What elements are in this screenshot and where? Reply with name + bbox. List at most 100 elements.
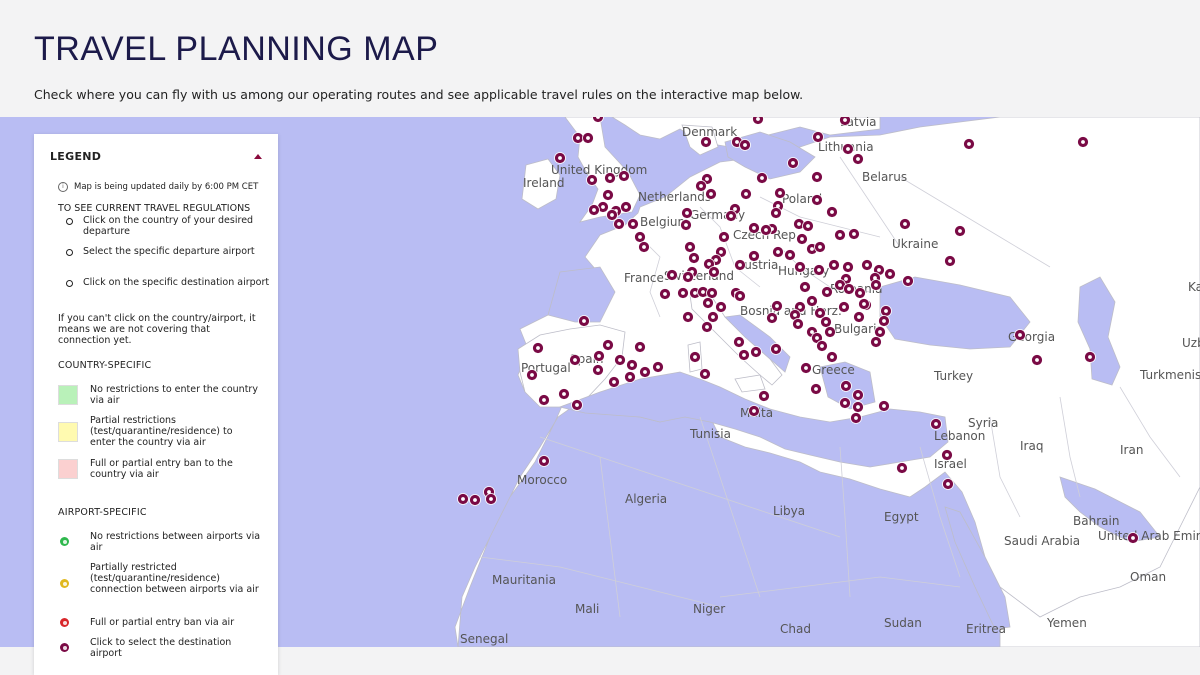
airport-marker[interactable] <box>592 364 604 376</box>
airport-marker[interactable] <box>681 207 693 219</box>
airport-marker[interactable] <box>852 153 864 165</box>
airport-marker[interactable] <box>810 383 822 395</box>
airport-marker[interactable] <box>558 388 570 400</box>
airport-marker[interactable] <box>602 189 614 201</box>
airport-marker[interactable] <box>708 266 720 278</box>
airport-marker[interactable] <box>634 231 646 243</box>
airport-marker[interactable] <box>942 478 954 490</box>
airport-marker[interactable] <box>852 401 864 413</box>
airport-marker[interactable] <box>701 321 713 333</box>
airport-marker[interactable] <box>715 301 727 313</box>
airport-marker[interactable] <box>941 449 953 461</box>
airport-marker[interactable] <box>787 157 799 169</box>
airport-marker[interactable] <box>734 290 746 302</box>
airport-marker[interactable] <box>738 349 750 361</box>
airport-marker[interactable] <box>758 390 770 402</box>
airport-marker[interactable] <box>826 206 838 218</box>
airport-marker[interactable] <box>878 400 890 412</box>
airport-marker[interactable] <box>814 241 826 253</box>
airport-marker[interactable] <box>760 224 772 236</box>
airport-marker[interactable] <box>682 311 694 323</box>
airport-marker[interactable] <box>828 259 840 271</box>
airport-marker[interactable] <box>705 188 717 200</box>
airport-marker[interactable] <box>930 418 942 430</box>
airport-marker[interactable] <box>766 312 778 324</box>
airport-marker[interactable] <box>748 405 760 417</box>
airport-marker[interactable] <box>739 139 751 151</box>
airport-marker[interactable] <box>532 342 544 354</box>
airport-marker[interactable] <box>588 204 600 216</box>
airport-marker[interactable] <box>848 228 860 240</box>
airport-marker[interactable] <box>569 354 581 366</box>
airport-marker[interactable] <box>820 316 832 328</box>
airport-marker[interactable] <box>840 380 852 392</box>
airport-marker[interactable] <box>1014 329 1026 341</box>
airport-marker[interactable] <box>884 268 896 280</box>
airport-marker[interactable] <box>624 371 636 383</box>
airport-marker[interactable] <box>870 279 882 291</box>
airport-marker[interactable] <box>854 287 866 299</box>
airport-marker[interactable] <box>666 269 678 281</box>
airport-marker[interactable] <box>1127 532 1139 544</box>
airport-marker[interactable] <box>861 259 873 271</box>
airport-marker[interactable] <box>652 361 664 373</box>
airport-marker[interactable] <box>770 343 782 355</box>
airport-marker[interactable] <box>639 366 651 378</box>
airport-marker[interactable] <box>734 259 746 271</box>
airport-marker[interactable] <box>824 326 836 338</box>
airport-marker[interactable] <box>792 318 804 330</box>
airport-marker[interactable] <box>839 397 851 409</box>
airport-marker[interactable] <box>806 295 818 307</box>
airport-marker[interactable] <box>608 376 620 388</box>
airport-marker[interactable] <box>604 172 616 184</box>
airport-marker[interactable] <box>834 229 846 241</box>
airport-marker[interactable] <box>700 136 712 148</box>
airport-marker[interactable] <box>706 287 718 299</box>
airport-marker[interactable] <box>457 493 469 505</box>
airport-marker[interactable] <box>870 336 882 348</box>
airport-marker[interactable] <box>689 351 701 363</box>
airport-marker[interactable] <box>842 143 854 155</box>
airport-marker[interactable] <box>626 359 638 371</box>
airport-marker[interactable] <box>582 132 594 144</box>
airport-marker[interactable] <box>627 218 639 230</box>
airport-marker[interactable] <box>606 209 618 221</box>
airport-marker[interactable] <box>1077 136 1089 148</box>
caret-up-icon[interactable] <box>254 154 262 159</box>
airport-marker[interactable] <box>682 271 694 283</box>
airport-marker[interactable] <box>740 188 752 200</box>
airport-marker[interactable] <box>578 315 590 327</box>
airport-marker[interactable] <box>756 172 768 184</box>
airport-marker[interactable] <box>800 362 812 374</box>
airport-marker[interactable] <box>485 493 497 505</box>
airport-marker[interactable] <box>784 249 796 261</box>
airport-marker[interactable] <box>602 339 614 351</box>
airport-marker[interactable] <box>688 252 700 264</box>
airport-marker[interactable] <box>614 354 626 366</box>
airport-marker[interactable] <box>620 201 632 213</box>
airport-marker[interactable] <box>852 389 864 401</box>
airport-marker[interactable] <box>772 246 784 258</box>
airport-marker[interactable] <box>802 220 814 232</box>
airport-marker[interactable] <box>469 494 481 506</box>
airport-marker[interactable] <box>677 287 689 299</box>
airport-marker[interactable] <box>538 394 550 406</box>
airport-marker[interactable] <box>554 152 566 164</box>
airport-marker[interactable] <box>659 288 671 300</box>
airport-marker[interactable] <box>618 170 630 182</box>
airport-marker[interactable] <box>858 298 870 310</box>
airport-marker[interactable] <box>695 180 707 192</box>
airport-marker[interactable] <box>526 369 538 381</box>
airport-marker[interactable] <box>538 455 550 467</box>
airport-marker[interactable] <box>638 241 650 253</box>
airport-marker[interactable] <box>748 222 760 234</box>
airport-marker[interactable] <box>850 412 862 424</box>
airport-marker[interactable] <box>874 326 886 338</box>
airport-marker[interactable] <box>842 261 854 273</box>
airport-marker[interactable] <box>796 233 808 245</box>
airport-marker[interactable] <box>770 207 782 219</box>
airport-marker[interactable] <box>613 218 625 230</box>
airport-marker[interactable] <box>878 315 890 327</box>
airport-marker[interactable] <box>774 187 786 199</box>
airport-marker[interactable] <box>733 336 745 348</box>
